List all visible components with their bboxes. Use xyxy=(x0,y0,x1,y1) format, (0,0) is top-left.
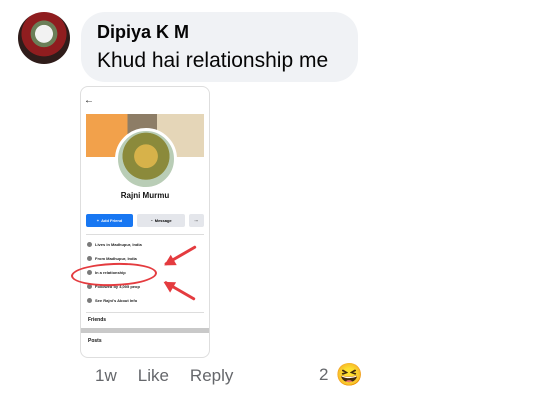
profile-action-row: + Add Friend ◔ Message ··· xyxy=(86,214,204,227)
profile-photo xyxy=(115,128,177,190)
info-text: From Madhupur, India xyxy=(95,255,137,261)
friends-divider xyxy=(86,312,204,313)
comment-bubble: Dipiya K M Khud hai relationship me xyxy=(81,12,358,82)
commenter-avatar[interactable] xyxy=(18,12,70,64)
reaction-count[interactable]: 2 xyxy=(319,365,328,385)
embedded-status-bar xyxy=(87,90,203,96)
more-icon xyxy=(87,297,92,303)
location-icon xyxy=(87,255,92,261)
reply-button[interactable]: Reply xyxy=(190,366,233,386)
messenger-icon: ◔ xyxy=(150,218,153,223)
home-icon xyxy=(87,241,92,247)
info-row: Lives in Madhupur, India xyxy=(87,238,203,250)
info-text: Lives in Madhupur, India xyxy=(95,241,142,247)
comment-actions: 1w Like Reply xyxy=(95,366,233,386)
embedded-profile-screenshot[interactable]: ← Rajni Murmu + Add Friend ◔ Message ···… xyxy=(80,86,210,358)
info-text[interactable]: See Rajni's About Info xyxy=(95,298,137,303)
profile-divider xyxy=(86,234,204,235)
message-button[interactable]: ◔ Message xyxy=(137,214,185,227)
posts-section-title[interactable]: Posts xyxy=(88,338,102,344)
comment-time[interactable]: 1w xyxy=(95,366,117,386)
add-friend-icon: + xyxy=(96,218,100,223)
comment-text: Khud hai relationship me xyxy=(97,49,329,72)
more-button[interactable]: ··· xyxy=(189,214,204,227)
laugh-reaction-icon[interactable]: 😆 xyxy=(335,364,362,386)
back-arrow-icon[interactable]: ← xyxy=(84,96,94,106)
add-friend-button[interactable]: + Add Friend xyxy=(86,214,133,227)
comment-author[interactable]: Dipiya K M xyxy=(97,22,189,43)
like-button[interactable]: Like xyxy=(138,366,169,386)
profile-name: Rajni Murmu xyxy=(120,191,170,200)
reaction-summary[interactable]: 2 😆 xyxy=(319,364,363,386)
posts-divider xyxy=(81,328,209,333)
message-label: Message xyxy=(154,218,172,223)
add-friend-label: Add Friend xyxy=(101,218,123,223)
friends-section-title[interactable]: Friends xyxy=(88,317,106,323)
